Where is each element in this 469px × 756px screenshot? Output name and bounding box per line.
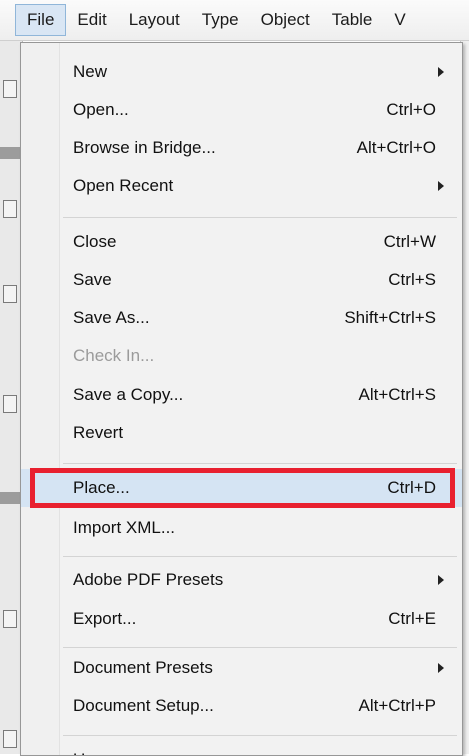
- menu-item-shortcut: Alt+Ctrl+O: [356, 138, 436, 157]
- submenu-arrow-icon: [438, 181, 444, 191]
- menu-file[interactable]: File: [15, 4, 67, 36]
- menu-item-save-as[interactable]: Save As... Shift+Ctrl+S: [21, 299, 462, 337]
- menu-separator: [63, 556, 457, 557]
- toolbar-divider: [0, 147, 22, 159]
- menu-item-label: Close: [73, 232, 117, 251]
- file-menu-dropdown: New Open... Ctrl+O Browse in Bridge... A…: [20, 42, 463, 756]
- menu-item-document-presets[interactable]: Document Presets: [21, 649, 462, 687]
- menu-item-shortcut: Ctrl+D: [387, 478, 436, 497]
- menu-item-revert[interactable]: Revert: [21, 414, 462, 452]
- menu-item-open-recent[interactable]: Open Recent: [21, 167, 462, 205]
- menu-object[interactable]: Object: [250, 5, 321, 35]
- menu-item-shortcut: Ctrl+W: [383, 232, 436, 251]
- menu-item-save-a-copy[interactable]: Save a Copy... Alt+Ctrl+S: [21, 376, 462, 414]
- tool-icon: [3, 610, 17, 628]
- menu-item-label: Browse in Bridge...: [73, 138, 216, 157]
- toolbar-divider: [0, 492, 22, 504]
- menu-item-close[interactable]: Close Ctrl+W: [21, 223, 462, 261]
- menu-edit[interactable]: Edit: [66, 5, 117, 35]
- menu-item-label: Import XML...: [73, 518, 176, 537]
- menu-item-label: Place...: [73, 478, 130, 497]
- menu-separator: [63, 217, 457, 218]
- menu-item-label: Save: [73, 270, 112, 289]
- submenu-arrow-icon: [438, 575, 444, 585]
- tool-icon: [3, 80, 17, 98]
- menu-separator: [63, 735, 457, 736]
- menu-item-browse-in-bridge[interactable]: Browse in Bridge... Alt+Ctrl+O: [21, 129, 462, 167]
- menu-type[interactable]: Type: [191, 5, 250, 35]
- tool-icon: [3, 200, 17, 218]
- menu-item-label: Save As...: [73, 308, 150, 327]
- menu-item-label: Document Presets: [73, 658, 213, 677]
- menu-item-save[interactable]: Save Ctrl+S: [21, 261, 462, 299]
- menu-item-label: Open...: [73, 100, 129, 119]
- tool-icon: [3, 285, 17, 303]
- menu-item-import-xml[interactable]: Import XML...: [21, 509, 462, 547]
- menu-item-label: Open Recent: [73, 176, 174, 195]
- menu-separator: [63, 463, 457, 464]
- menu-item-shortcut: Alt+Ctrl+S: [358, 385, 436, 404]
- menu-item-open[interactable]: Open... Ctrl+O: [21, 91, 462, 129]
- menu-item-label: U: [73, 750, 85, 755]
- menu-item-shortcut: Ctrl+O: [386, 100, 436, 119]
- menu-item-export[interactable]: Export... Ctrl+E: [21, 600, 462, 638]
- menu-item-document-setup[interactable]: Document Setup... Alt+Ctrl+P: [21, 687, 462, 725]
- menu-item-shortcut: Ctrl+S: [388, 270, 436, 289]
- menu-item-label: Export...: [73, 609, 137, 628]
- menu-table[interactable]: Table: [321, 5, 384, 35]
- menu-item-shortcut: Alt+Ctrl+P: [358, 696, 436, 715]
- menu-bar: File Edit Layout Type Object Table V: [0, 0, 469, 41]
- menu-separator: [63, 647, 457, 648]
- tool-icon: [3, 395, 17, 413]
- menu-item-label: Adobe PDF Presets: [73, 570, 224, 589]
- submenu-arrow-icon: [438, 663, 444, 673]
- menu-layout[interactable]: Layout: [118, 5, 191, 35]
- submenu-arrow-icon: [438, 67, 444, 77]
- menu-item-adobe-pdf-presets[interactable]: Adobe PDF Presets: [21, 561, 462, 599]
- menu-item-label: New: [73, 62, 108, 81]
- menu-view[interactable]: V: [383, 5, 416, 35]
- menu-item-place[interactable]: Place... Ctrl+D: [21, 469, 462, 507]
- tool-icon: [3, 730, 17, 748]
- menu-item-label: Document Setup...: [73, 696, 214, 715]
- menu-item-new[interactable]: New: [21, 53, 462, 91]
- menu-item-shortcut: Shift+Ctrl+S: [344, 308, 436, 327]
- menu-item-label: Save a Copy...: [73, 385, 184, 404]
- menu-item-label: Check In...: [73, 346, 155, 365]
- menu-item-check-in: Check In...: [21, 337, 462, 375]
- menu-item-shortcut: Ctrl+E: [388, 609, 436, 628]
- menu-item-label: Revert: [73, 423, 124, 442]
